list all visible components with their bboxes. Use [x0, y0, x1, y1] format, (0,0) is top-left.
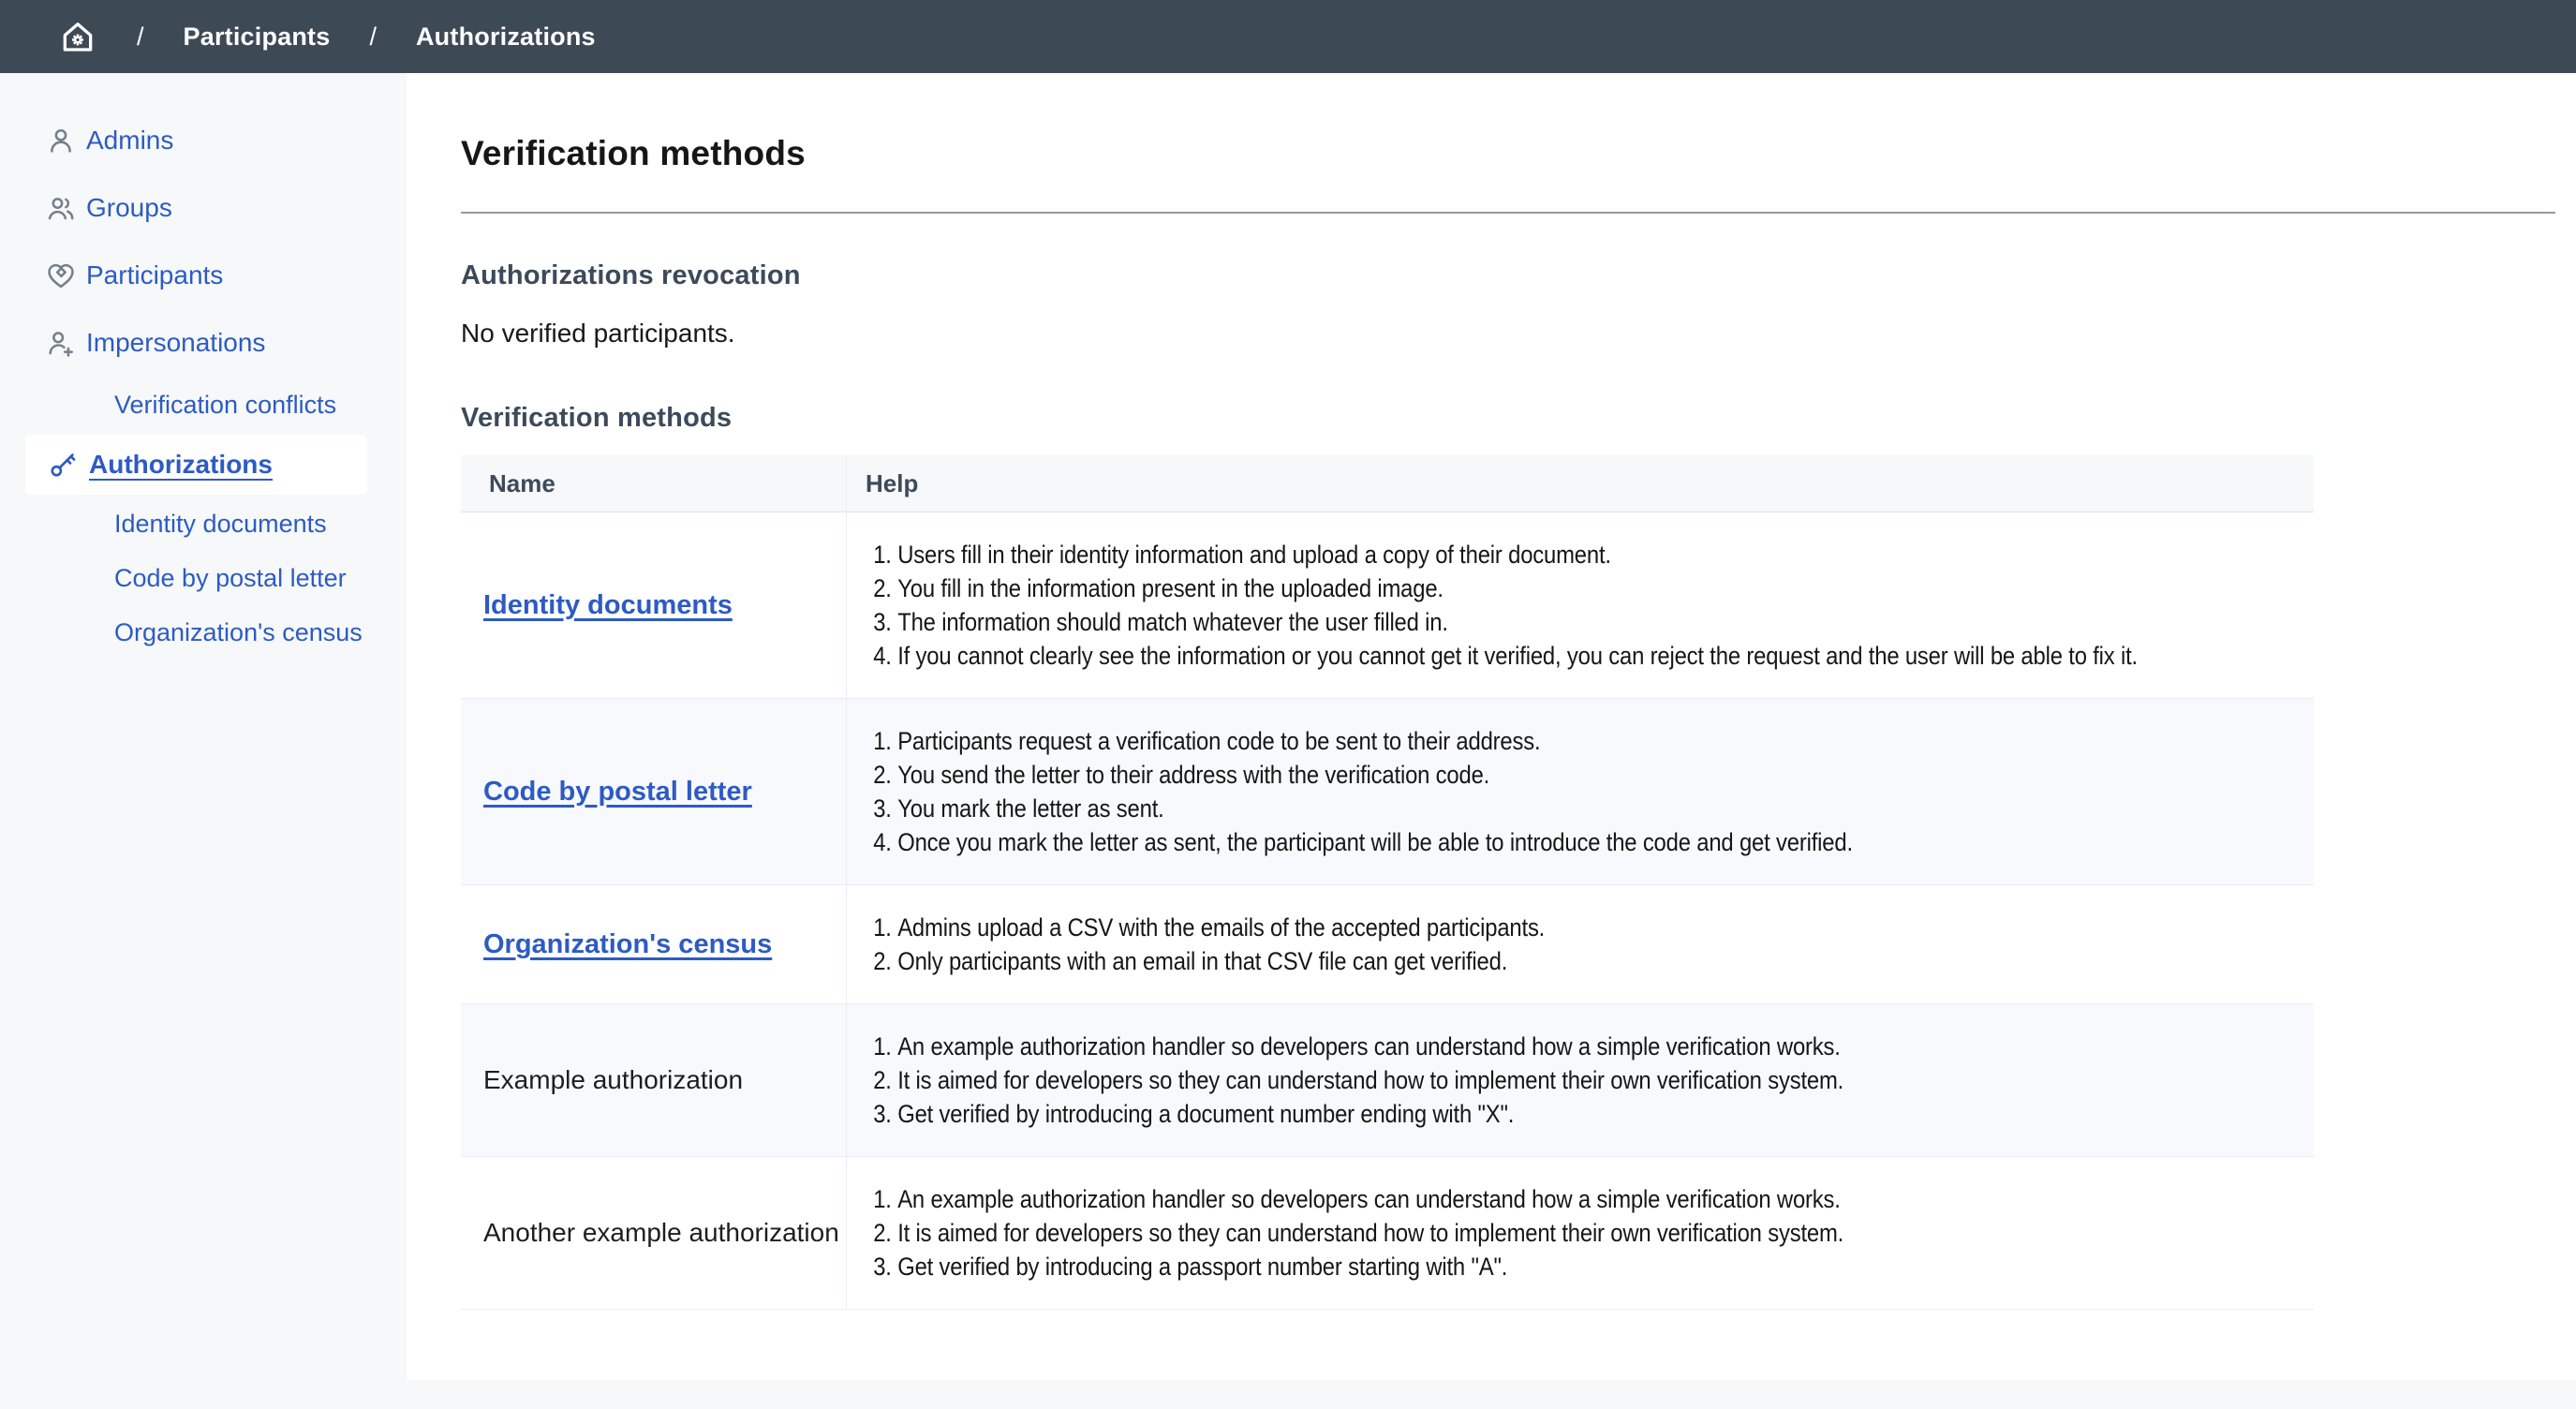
table-header-row: Name Help — [461, 455, 2314, 512]
help-step: You mark the letter as sent. — [897, 792, 2312, 825]
key-icon — [48, 450, 78, 480]
help-step: You fill in the information present in t… — [897, 571, 2312, 605]
sidebar-item-label: Groups — [86, 192, 172, 224]
sidebar-item-label: Code by postal letter — [114, 564, 347, 593]
help-step: Participants request a verification code… — [897, 724, 2312, 758]
help-cell: Users fill in their identity information… — [846, 512, 2314, 698]
help-step: It is aimed for developers so they can u… — [897, 1063, 2312, 1097]
sidebar-item-organizations-census[interactable]: Organization's census — [0, 605, 407, 660]
breadcrumb-separator: / — [137, 22, 144, 52]
sidebar-item-label: Verification conflicts — [114, 391, 336, 420]
method-link-identity-documents[interactable]: Identity documents — [483, 590, 733, 621]
sidebar-item-impersonations[interactable]: Impersonations — [0, 309, 407, 377]
sidebar-item-label: Impersonations — [86, 327, 265, 359]
sidebar-item-label: Organization's census — [114, 618, 363, 647]
heart-icon — [45, 260, 77, 291]
title-divider — [461, 212, 2555, 214]
column-header-name: Name — [461, 455, 846, 512]
top-navbar: / Participants / Authorizations — [0, 0, 2576, 73]
table-row: Another example authorization An example… — [461, 1157, 2314, 1309]
sidebar-item-identity-documents[interactable]: Identity documents — [0, 497, 407, 551]
sidebar-item-code-by-postal-letter[interactable]: Code by postal letter — [0, 551, 407, 605]
sidebar-item-authorizations-active[interactable]: Authorizations — [25, 435, 367, 495]
column-header-help: Help — [846, 455, 2314, 512]
revocation-heading: Authorizations revocation — [461, 259, 2555, 292]
method-name-another-example-authorization: Another example authorization — [483, 1218, 839, 1248]
help-step: The information should match whatever th… — [897, 605, 2312, 639]
verification-methods-table: Name Help Identity documents Users fill … — [461, 455, 2314, 1310]
help-step: An example authorization handler so deve… — [897, 1182, 2312, 1216]
breadcrumb-separator: / — [369, 22, 377, 52]
help-cell: Participants request a verification code… — [846, 699, 2314, 884]
sidebar-item-admins[interactable]: Admins — [0, 107, 407, 174]
page-footer — [0, 1380, 2576, 1409]
method-link-code-by-postal-letter[interactable]: Code by postal letter — [483, 777, 752, 808]
sidebar-item-label: Authorizations — [89, 450, 273, 480]
home-gear-icon — [58, 17, 97, 56]
breadcrumb-authorizations[interactable]: Authorizations — [416, 22, 596, 52]
sidebar-item-verification-conflicts[interactable]: Verification conflicts — [0, 377, 407, 433]
sidebar-item-label: Admins — [86, 125, 173, 156]
sidebar: Admins Groups Participants — [0, 73, 407, 1380]
help-step: Once you mark the letter as sent, the pa… — [897, 825, 2312, 859]
revocation-status-text: No verified participants. — [461, 317, 2555, 350]
breadcrumb-participants[interactable]: Participants — [184, 22, 331, 52]
table-row: Example authorization An example authori… — [461, 1004, 2314, 1157]
method-link-organizations-census[interactable]: Organization's census — [483, 929, 772, 960]
help-step: Only participants with an email in that … — [897, 944, 2312, 978]
user-icon — [45, 125, 77, 156]
table-row: Code by postal letter Participants reque… — [461, 699, 2314, 885]
sidebar-item-label: Identity documents — [114, 510, 327, 539]
help-cell: An example authorization handler so deve… — [846, 1157, 2314, 1309]
sidebar-item-groups[interactable]: Groups — [0, 174, 407, 242]
help-step: An example authorization handler so deve… — [897, 1030, 2312, 1063]
sidebar-item-participants[interactable]: Participants — [0, 242, 407, 309]
table-row: Organization's census Admins upload a CS… — [461, 885, 2314, 1004]
help-cell: Admins upload a CSV with the emails of t… — [846, 885, 2314, 1003]
methods-heading: Verification methods — [461, 401, 2555, 435]
help-step: If you cannot clearly see the informatio… — [897, 639, 2312, 673]
sidebar-item-label: Participants — [86, 260, 223, 291]
help-step: Admins upload a CSV with the emails of t… — [897, 911, 2312, 944]
page-title: Verification methods — [461, 133, 2555, 174]
help-step: Users fill in their identity information… — [897, 538, 2312, 571]
main-content: Verification methods Authorizations revo… — [407, 73, 2576, 1380]
user-add-icon — [45, 327, 77, 359]
method-name-example-authorization: Example authorization — [483, 1065, 743, 1095]
help-step: It is aimed for developers so they can u… — [897, 1216, 2312, 1250]
help-step: Get verified by introducing a passport n… — [897, 1250, 2312, 1283]
help-step: You send the letter to their address wit… — [897, 758, 2312, 792]
help-step: Get verified by introducing a document n… — [897, 1097, 2312, 1131]
table-row: Identity documents Users fill in their i… — [461, 512, 2314, 699]
breadcrumb-home-link[interactable] — [58, 17, 97, 56]
users-icon — [45, 192, 77, 224]
help-cell: An example authorization handler so deve… — [846, 1004, 2314, 1156]
